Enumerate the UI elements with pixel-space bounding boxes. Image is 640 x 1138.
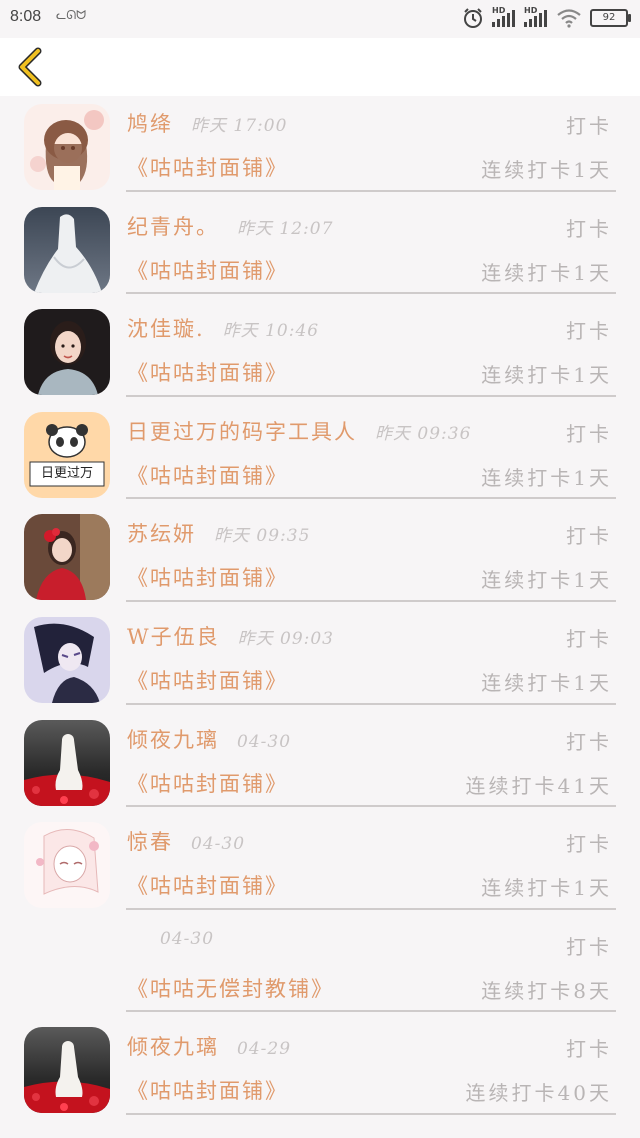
user-name[interactable]: 倾夜九璃 (127, 724, 219, 754)
cat-notification-icon: ᓚᘏᗢ (56, 8, 87, 22)
divider (126, 599, 616, 602)
divider (126, 702, 616, 705)
user-name[interactable]: W子伍良 (127, 621, 220, 651)
user-name[interactable]: 惊春 (127, 826, 173, 856)
list-item[interactable]: 沈佳璇. 昨天 10:46 打卡 《咕咕封面铺》 连续打卡1天 (0, 301, 640, 404)
streak-text: 连续打卡1天 (481, 876, 612, 901)
streak-text: 连续打卡1天 (481, 465, 612, 490)
avatar[interactable] (24, 104, 110, 190)
streak-text: 连续打卡1天 (481, 158, 612, 182)
streak-text: 连续打卡1天 (481, 363, 612, 388)
checkin-button[interactable]: 打卡 (566, 1033, 612, 1062)
avatar[interactable] (24, 925, 110, 1011)
divider (126, 497, 616, 500)
checkin-button[interactable]: 打卡 (566, 931, 612, 960)
list-item[interactable]: 苏纭妍 昨天 09:35 打卡 《咕咕封面铺》 连续打卡1天 (0, 506, 640, 609)
list-item[interactable]: 倾夜九璃 04-30 打卡 《咕咕封面铺》 连续打卡41天 (0, 712, 640, 815)
streak-text: 连续打卡1天 (481, 260, 612, 285)
avatar[interactable]: 日更过万 (24, 411, 110, 498)
book-title[interactable]: 《咕咕封面铺》 (127, 255, 288, 285)
checkin-button[interactable]: 打卡 (566, 315, 612, 344)
status-time: 8:08 (10, 8, 42, 25)
user-name[interactable]: 苏纭妍 (127, 518, 196, 548)
checkin-time: 昨天 09:03 (237, 628, 334, 649)
checkin-button[interactable]: 打卡 (566, 110, 612, 139)
checkin-time: 昨天 12:07 (237, 218, 334, 239)
avatar[interactable] (24, 514, 110, 601)
checkin-button[interactable]: 打卡 (566, 623, 612, 652)
checkin-button[interactable]: 打卡 (566, 520, 612, 549)
divider (126, 394, 616, 397)
battery-icon: 92 (590, 9, 631, 27)
list-item[interactable]: W子伍良 昨天 09:03 打卡 《咕咕封面铺》 连续打卡1天 (0, 609, 640, 712)
list-item[interactable]: 日更过万 日更过万的码字工具人 昨天 09:36 打卡 《咕咕封面铺》 连续打卡… (0, 404, 640, 507)
checkin-button[interactable]: 打卡 (566, 418, 612, 447)
status-bar: 8:08 ᓚᘏᗢ HD HD 92 (0, 0, 640, 38)
streak-text: 连续打卡41天 (465, 773, 612, 798)
checkin-time: 04-30 (191, 834, 246, 855)
checkin-time: 04-29 (237, 1039, 292, 1060)
checkin-button[interactable]: 打卡 (566, 213, 612, 242)
hd-signal-icon: HD (492, 6, 516, 27)
book-title[interactable]: 《咕咕封面铺》 (127, 357, 288, 387)
back-button[interactable] (12, 46, 52, 88)
streak-text: 连续打卡8天 (481, 978, 612, 1003)
checkin-time: 昨天 09:35 (214, 526, 311, 547)
user-name[interactable]: 鸠绛 (127, 108, 173, 138)
wifi-icon (557, 9, 581, 28)
avatar[interactable] (24, 206, 110, 293)
checkin-button[interactable]: 打卡 (566, 828, 612, 857)
list-item[interactable]: 04-30 打卡 《咕咕无偿封教铺》 连续打卡8天 (0, 917, 640, 1020)
checkin-button[interactable]: 打卡 (566, 726, 612, 755)
book-title[interactable]: 《咕咕封面铺》 (127, 460, 288, 490)
avatar-caption: 日更过万 (40, 465, 93, 481)
book-title[interactable]: 《咕咕封面铺》 (127, 870, 288, 900)
streak-text: 连续打卡1天 (481, 670, 612, 695)
divider (126, 292, 616, 295)
checkin-time: 04-30 (237, 731, 292, 752)
divider (126, 1010, 616, 1013)
status-icons: HD HD 92 (462, 6, 631, 29)
avatar[interactable] (24, 822, 110, 909)
chevron-left-icon (18, 47, 42, 87)
checkin-time: 昨天 09:36 (375, 423, 472, 444)
checkin-time: 昨天 17:00 (191, 116, 288, 136)
avatar[interactable] (24, 1027, 110, 1114)
streak-text: 连续打卡40天 (465, 1081, 612, 1106)
header-bar (0, 38, 640, 96)
avatar[interactable] (24, 309, 110, 396)
list-item[interactable]: 倾夜九璃 04-29 打卡 《咕咕封面铺》 连续打卡40天 (0, 1019, 640, 1122)
hd-signal-icon: HD (524, 6, 548, 27)
book-title[interactable]: 《咕咕封面铺》 (127, 152, 288, 182)
divider (126, 189, 616, 192)
book-title[interactable]: 《咕咕封面铺》 (127, 665, 288, 695)
list-item[interactable]: 惊春 04-30 打卡 《咕咕封面铺》 连续打卡1天 (0, 814, 640, 917)
user-name[interactable]: 日更过万的码字工具人 (127, 416, 357, 446)
divider (126, 1112, 616, 1115)
list-item[interactable]: 鸠绛 昨天 17:00 打卡 《咕咕封面铺》 连续打卡1天 (0, 96, 640, 199)
book-title[interactable]: 《咕咕封面铺》 (127, 768, 288, 798)
book-title[interactable]: 《咕咕无偿封教铺》 (127, 973, 334, 1003)
streak-text: 连续打卡1天 (481, 568, 612, 593)
user-name[interactable]: 纪青舟。 (127, 211, 219, 241)
avatar[interactable] (24, 719, 110, 806)
divider (126, 907, 616, 910)
checkin-time: 04-30 (160, 928, 215, 949)
user-name[interactable]: 沈佳璇. (127, 313, 205, 343)
divider (126, 805, 616, 808)
avatar[interactable] (24, 616, 110, 703)
book-title[interactable]: 《咕咕封面铺》 (127, 1075, 288, 1105)
alarm-icon (464, 8, 482, 28)
checkin-time: 昨天 10:46 (222, 321, 320, 342)
book-title[interactable]: 《咕咕封面铺》 (127, 562, 288, 592)
list-item[interactable]: 纪青舟。 昨天 12:07 打卡 《咕咕封面铺》 连续打卡1天 (0, 199, 640, 302)
user-name[interactable]: 倾夜九璃 (127, 1031, 219, 1061)
checkin-list: 鸠绛 昨天 17:00 打卡 《咕咕封面铺》 连续打卡1天 纪青舟。 昨天 12… (0, 96, 640, 1122)
